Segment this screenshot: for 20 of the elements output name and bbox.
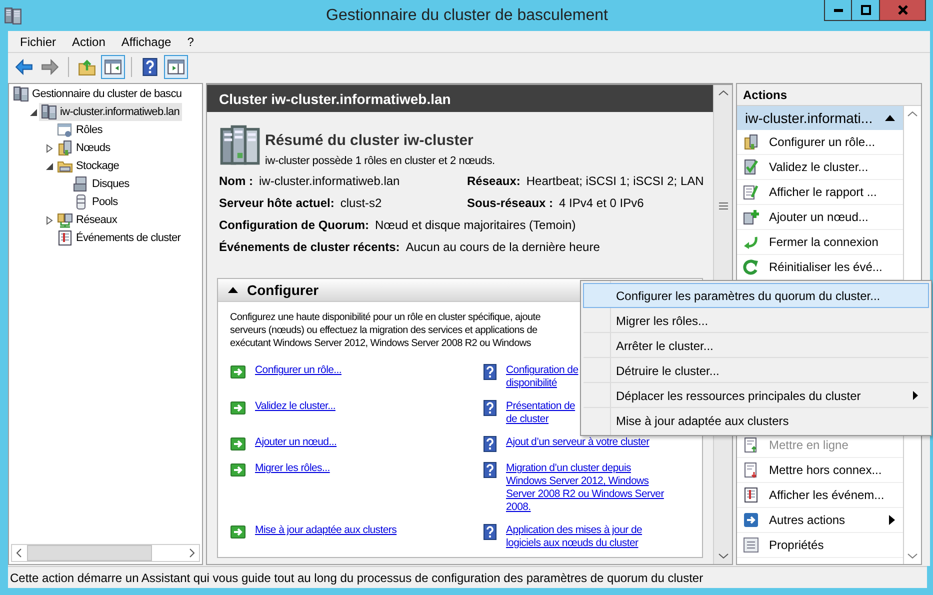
property-value: 4 IPv4 et 0 IPv6 <box>559 196 644 212</box>
property-value: iw-cluster.informatiweb.lan <box>259 174 400 190</box>
summary-text: iw-cluster possède 1 rôles en cluster et 2 nœuds. <box>265 155 495 167</box>
property-label: Configuration de Quorum: <box>219 218 369 234</box>
property-value: Heartbeat; iSCSI 1; iSCSI 2; LAN <box>526 174 704 190</box>
panel-header: Cluster iw-cluster.informatiweb.lan <box>207 85 713 112</box>
property-label: Réseaux: <box>467 174 520 190</box>
description-text: Configurez une haute disponibilité pour un rôle en cluster spécifique, ajoute <box>230 311 540 324</box>
summary-title: Résumé du cluster iw-cluster <box>265 132 474 149</box>
window-title: Gestionnaire du cluster de basculement <box>326 7 608 25</box>
description-text: exécutant Windows Server 2012, Windows Server 2008 R2 ou Windows <box>230 337 531 350</box>
property-value: Aucun au cours de la dernière heure <box>406 240 600 256</box>
description-text: serveurs (nœuds) ou effectuez la migration des services et applications de <box>230 324 538 337</box>
property-value: clust-s2 <box>340 196 382 212</box>
property-value: Nœud et disque majoritaires (Temoin) <box>374 218 576 234</box>
property-label: Événements de cluster récents: <box>219 240 400 256</box>
status-text: Cette action démarre un Assistant qui vous guide tout au long du processus de configuration des paramètres de quorum du cluster <box>8 566 927 588</box>
property-label: Sous-réseaux : <box>467 196 554 212</box>
property-label: Serveur hôte actuel: <box>219 196 334 212</box>
property-label: Nom : <box>219 174 253 190</box>
